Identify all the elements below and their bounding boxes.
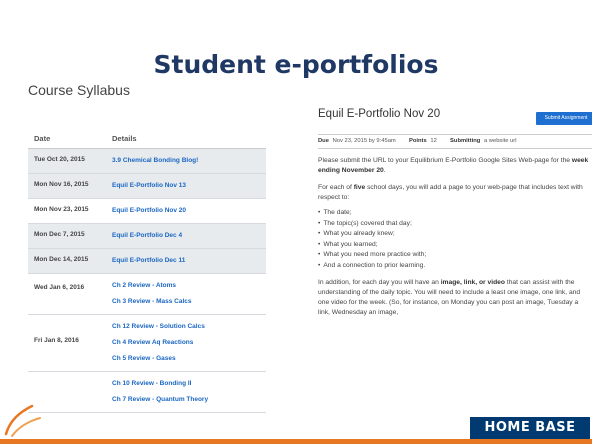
course-syllabus-panel: Course Syllabus Date Details Tue Oct 20,… (28, 82, 283, 413)
row-date: Tue Oct 20, 2015 (28, 148, 106, 174)
assignment-link[interactable]: Ch 2 Review - Atoms (112, 278, 266, 294)
swoosh-logo-icon (4, 404, 41, 437)
submit-assignment-button[interactable]: Submit Assignment (536, 112, 592, 125)
points-label: Points (409, 138, 427, 144)
row-date: Mon Dec 14, 2015 (28, 248, 106, 274)
submitting-value: a website url (483, 138, 517, 144)
syllabus-table: Date Details Tue Oct 20, 2015 3.9 Chemic… (28, 134, 266, 413)
assignment-link[interactable]: Ch 4 Review Aq Reactions (112, 335, 266, 351)
instructions-paragraph-2: For each of five school days, you will a… (318, 184, 583, 201)
table-row: Fri Jan 8, 2016 Ch 12 Review - Solution … (28, 314, 266, 372)
footer-accent-band (0, 439, 592, 444)
assignment-link[interactable]: Equil E-Portfolio Nov 13 (112, 178, 266, 194)
row-date: Mon Nov 23, 2015 (28, 198, 106, 224)
list-item: What you already knew; (318, 229, 592, 240)
syllabus-heading: Course Syllabus (28, 82, 130, 98)
list-item: What you need more practice with; (318, 250, 592, 261)
assignment-link[interactable]: Ch 12 Review - Solution Calcs (112, 319, 266, 335)
table-row: Mon Nov 16, 2015 Equil E-Portfolio Nov 1… (28, 173, 266, 199)
assignment-link[interactable]: Ch 10 Review - Bonding II (112, 376, 266, 392)
instructions-paragraph-3: In addition, for each day you will have … (318, 279, 581, 316)
list-item: The date; (318, 208, 592, 219)
row-date: Mon Nov 16, 2015 (28, 173, 106, 199)
table-row: Mon Dec 14, 2015 Equil E-Portfolio Dec 1… (28, 248, 266, 274)
column-header-date: Date (28, 134, 106, 149)
table-row: Ch 10 Review - Bonding II Ch 7 Review - … (28, 371, 266, 413)
list-item: What you learned; (318, 240, 592, 251)
row-date: Mon Dec 7, 2015 (28, 223, 106, 249)
table-row: Tue Oct 20, 2015 3.9 Chemical Bonding Bl… (28, 148, 266, 174)
syllabus-header-row: Date Details (28, 134, 266, 149)
list-item: And a connection to prior learning. (318, 261, 592, 272)
assignment-link[interactable]: 3.9 Chemical Bonding Blog! (112, 153, 266, 169)
assignment-link[interactable]: Equil E-Portfolio Nov 20 (112, 203, 266, 219)
instructions-paragraph-1: Please submit the URL to your Equilibriu… (318, 157, 589, 174)
due-label: Due (318, 138, 329, 144)
table-row: Mon Dec 7, 2015 Equil E-Portfolio Dec 4 (28, 223, 266, 249)
assignment-link[interactable]: Equil E-Portfolio Dec 11 (112, 253, 266, 269)
points-value: 12 (430, 138, 437, 144)
row-date: Wed Jan 6, 2016 (28, 273, 106, 315)
due-value: Nov 23, 2015 by 9:45am (332, 138, 396, 144)
assignment-link[interactable]: Ch 3 Review - Mass Calcs (112, 294, 266, 310)
assignment-meta: Due Nov 23, 2015 by 9:45am Points 12 Sub… (318, 134, 592, 149)
submitting-label: Submitting (450, 138, 481, 144)
assignment-link[interactable]: Ch 5 Review - Gases (112, 351, 266, 367)
assignment-link[interactable]: Equil E-Portfolio Dec 4 (112, 228, 266, 244)
requirements-list: The date; The topic(s) covered that day;… (318, 208, 592, 271)
row-date: Fri Jan 8, 2016 (28, 314, 106, 372)
assignment-link[interactable]: Ch 7 Review - Quantum Theory (112, 392, 266, 408)
column-header-details: Details (106, 134, 266, 149)
slide-title: Student e-portfolios (153, 50, 439, 79)
table-row: Wed Jan 6, 2016 Ch 2 Review - Atoms Ch 3… (28, 273, 266, 315)
assignment-panel: Equil E-Portfolio Nov 20 Submit Assignme… (318, 108, 592, 318)
list-item: The topic(s) covered that day; (318, 219, 592, 230)
home-base-logo: HOME BASE (470, 417, 590, 439)
table-row: Mon Nov 23, 2015 Equil E-Portfolio Nov 2… (28, 198, 266, 224)
